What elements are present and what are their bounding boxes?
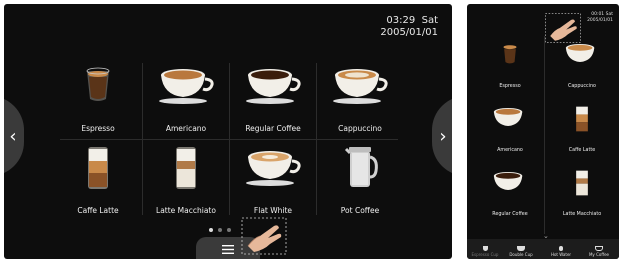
clock-display: 03:29 Sat 2005/01/01 — [380, 15, 438, 39]
menu-icon — [222, 244, 234, 254]
bottom-toolbar: Espresso Cup Double Cup Hot Water My Cof… — [467, 239, 619, 259]
caffe-latte-glass-icon — [576, 106, 588, 132]
beverage-label: Latte Macchiato — [562, 212, 602, 217]
beverage-label: Espresso — [499, 84, 521, 89]
beverage-latte-macchiato-button[interactable]: Latte Macchiato — [547, 162, 617, 220]
beverage-label: Pot Coffee — [340, 206, 380, 215]
americano-cup-icon — [159, 69, 214, 104]
clock-time: 03:29 — [386, 15, 416, 26]
tapping-hand-icon — [241, 217, 287, 255]
beverage-espresso-button[interactable]: Espresso — [475, 34, 545, 92]
beverage-label: Caffe Latte — [77, 206, 119, 215]
toolbar-double-cup-button[interactable]: Double Cup — [503, 246, 539, 257]
clock-day: Sat — [421, 15, 438, 26]
coffee-machine-screen-main: 03:29 Sat 2005/01/01 ‹ › Espresso Americ… — [4, 4, 452, 259]
beverage-label: Cappuccino — [338, 124, 382, 133]
clock-time: 00:01 — [591, 12, 605, 17]
coffee-machine-screen-compact: 00:01 Sat 2005/01/01 Espresso Cappuccino — [467, 4, 619, 259]
my-coffee-icon — [595, 246, 603, 251]
clock-date: 2005/01/01 — [587, 18, 613, 23]
tapping-hand-icon — [545, 13, 581, 43]
page-dot — [218, 228, 222, 232]
chevron-left-icon: ‹ — [9, 125, 17, 147]
clock-day: Sat — [605, 12, 613, 17]
beverage-caffe-latte-button[interactable]: Caffe Latte — [56, 141, 140, 219]
hot-water-icon — [559, 246, 563, 251]
clock-date: 2005/01/01 — [380, 27, 438, 38]
page-indicator — [209, 228, 231, 232]
beverage-label: Espresso — [81, 124, 115, 133]
beverage-label: Americano — [165, 124, 207, 133]
beverage-label: Caffe Latte — [568, 148, 596, 153]
regular-coffee-cup-icon — [246, 69, 301, 104]
cappuccino-cup-icon — [333, 69, 388, 104]
toolbar-my-coffee-button[interactable]: My Coffee — [581, 246, 617, 257]
beverage-label: Regular Coffee — [492, 212, 528, 217]
beverage-label: Americano — [497, 148, 523, 153]
beverage-pot-coffee-button[interactable]: Pot Coffee — [318, 141, 402, 219]
beverage-americano-button[interactable]: Americano — [475, 98, 545, 156]
latte-macchiato-glass-icon — [576, 170, 588, 196]
beverage-cappuccino-button[interactable]: Cappuccino — [318, 59, 402, 137]
chevron-right-icon: › — [439, 125, 447, 147]
next-page-button[interactable]: › — [432, 96, 452, 176]
flat-white-cup-icon — [246, 151, 301, 186]
toolbar-label: Espresso Cup — [471, 252, 499, 257]
espresso-cup-icon — [86, 67, 110, 101]
espresso-cup-icon — [503, 45, 517, 64]
caffe-latte-glass-icon — [88, 147, 108, 189]
beverage-label: Cappuccino — [567, 84, 596, 89]
previous-page-button[interactable]: ‹ — [4, 96, 24, 176]
beverage-regular-coffee-button[interactable]: Regular Coffee — [231, 59, 315, 137]
toolbar-label: Hot Water — [550, 252, 572, 257]
toolbar-label: Double Cup — [509, 252, 533, 257]
double-cup-icon — [517, 246, 525, 251]
beverage-caffe-latte-button[interactable]: Caffe Latte — [547, 98, 617, 156]
beverage-label: Latte Macchiato — [156, 206, 216, 215]
toolbar-label: My Coffee — [588, 252, 609, 257]
beverage-label: Regular Coffee — [245, 124, 301, 133]
coffee-pot-icon — [344, 147, 378, 187]
beverage-americano-button[interactable]: Americano — [144, 59, 228, 137]
toolbar-espresso-cup-button[interactable]: Espresso Cup — [467, 246, 503, 257]
regular-coffee-cup-icon — [493, 171, 523, 191]
beverage-latte-macchiato-button[interactable]: Latte Macchiato — [144, 141, 228, 219]
beverage-espresso-button[interactable]: Espresso — [56, 59, 140, 137]
clock-display: 00:01 Sat 2005/01/01 — [587, 12, 613, 24]
grid-divider — [60, 139, 398, 140]
page-dot — [227, 228, 231, 232]
beverage-regular-coffee-button[interactable]: Regular Coffee — [475, 162, 545, 220]
beverage-grid: Espresso Americano Regular Coffee Cappuc… — [56, 59, 402, 219]
latte-macchiato-glass-icon — [176, 147, 196, 189]
espresso-cup-icon — [482, 246, 488, 251]
toolbar-hot-water-button[interactable]: Hot Water — [543, 246, 579, 257]
beverage-label: Flat White — [253, 206, 293, 215]
beverage-flat-white-button[interactable]: Flat White — [231, 141, 315, 219]
page-dot — [209, 228, 213, 232]
americano-cup-icon — [493, 107, 523, 127]
